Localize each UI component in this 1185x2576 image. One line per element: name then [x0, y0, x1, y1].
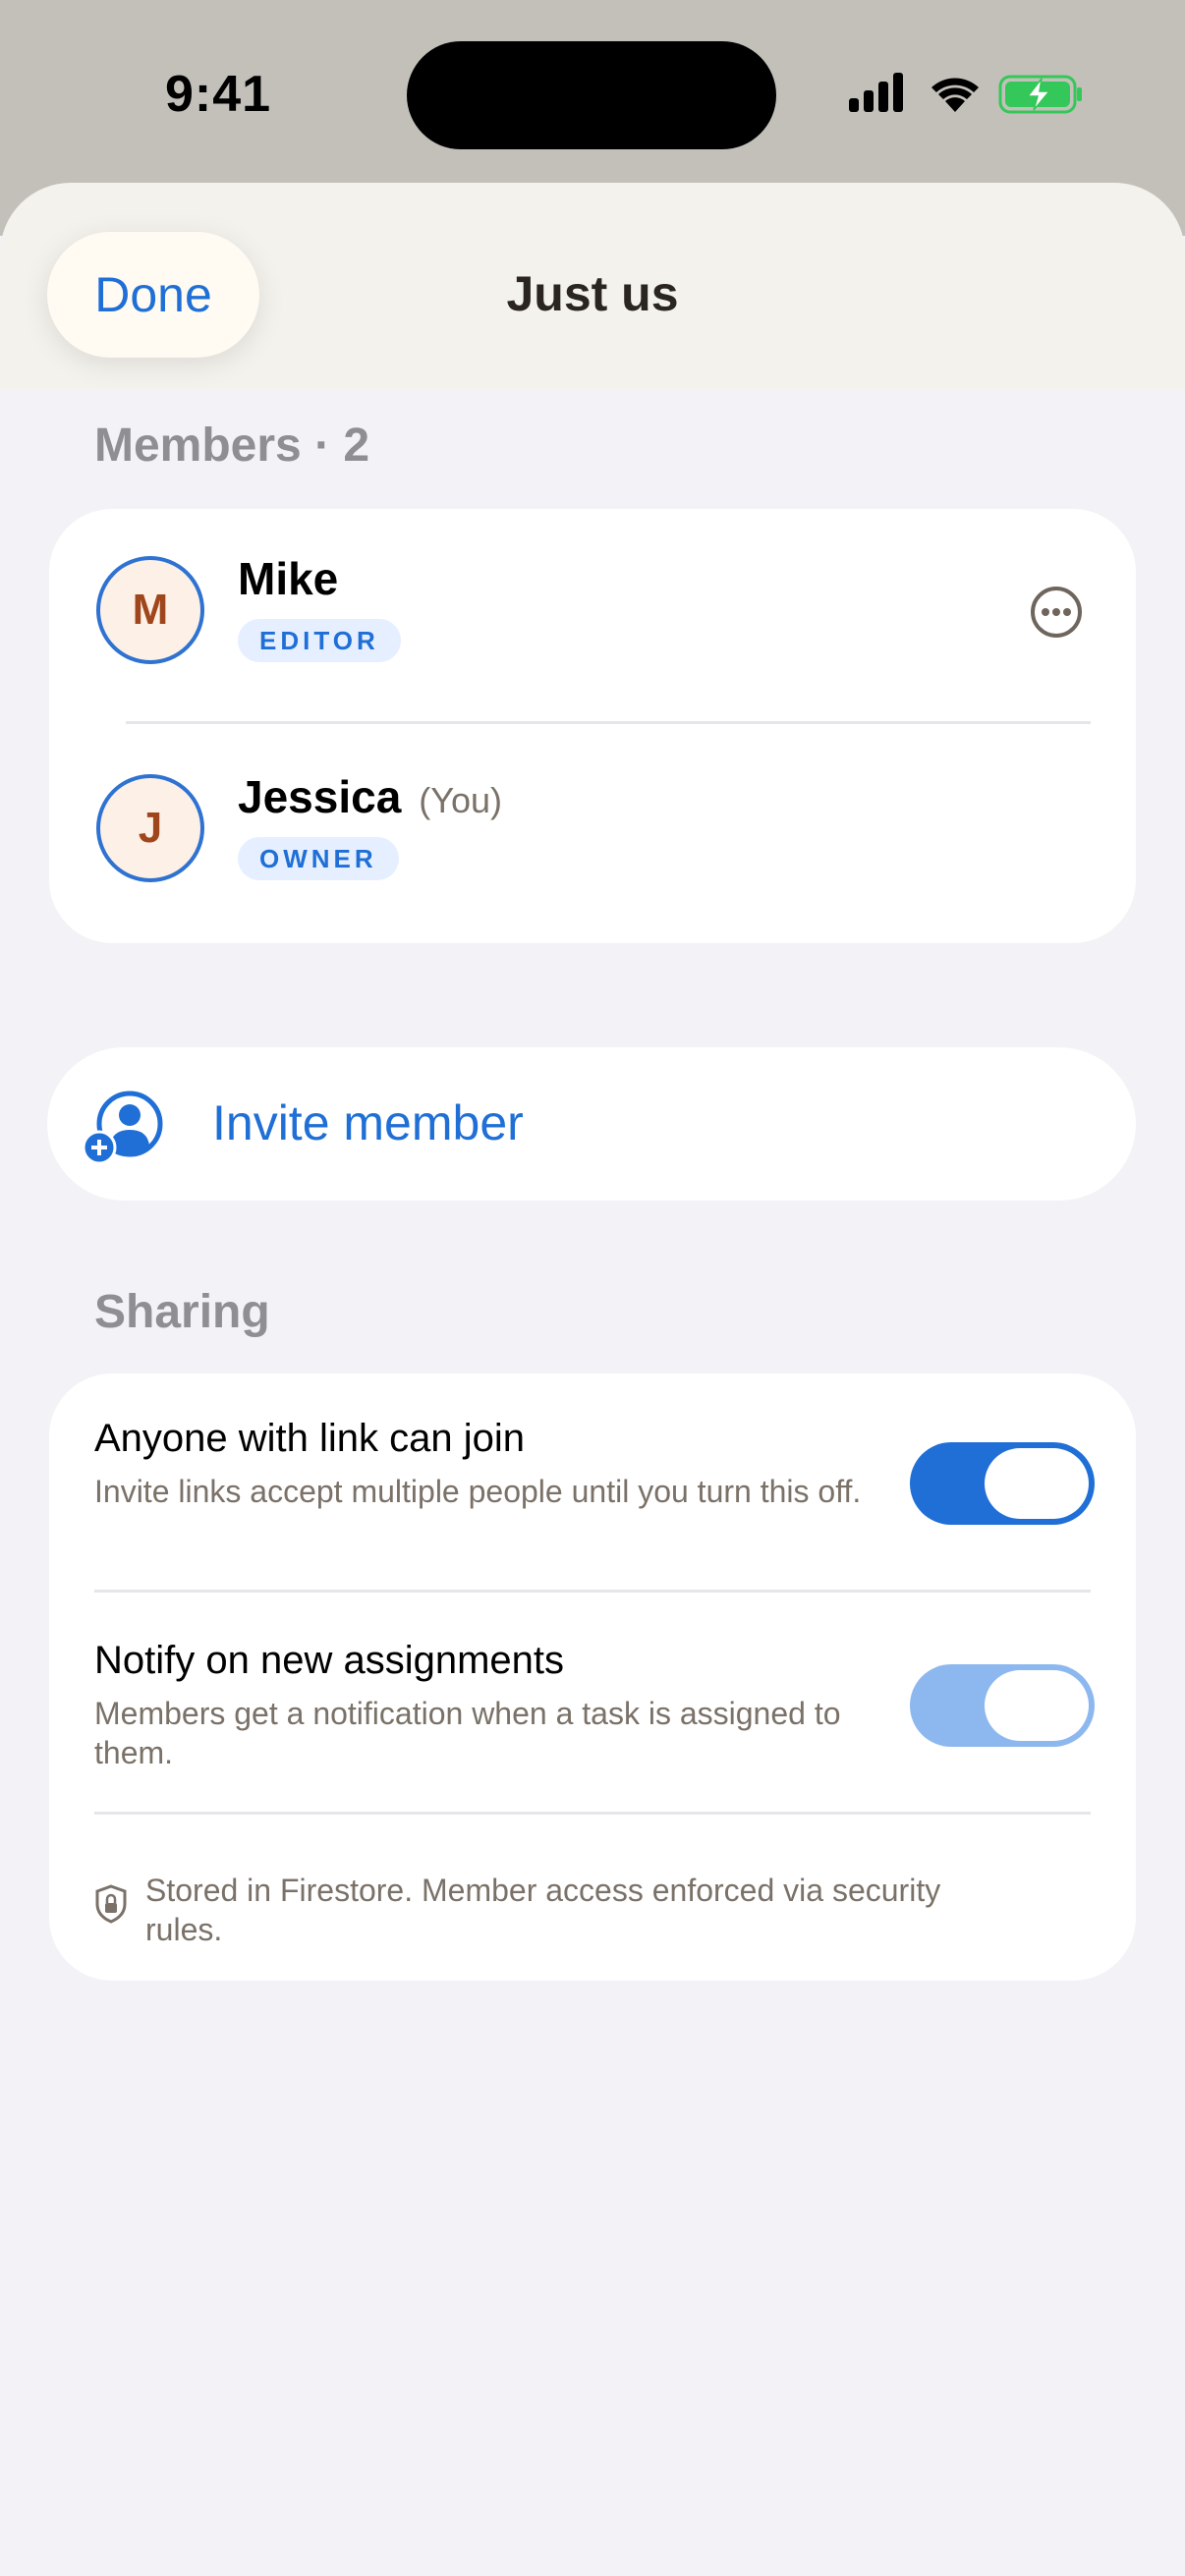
setting-description: Invite links accept multiple people unti… [94, 1474, 862, 1509]
member-name: Mike [238, 553, 339, 604]
cellular-signal-icon [849, 73, 903, 112]
notify-assignments-toggle[interactable] [910, 1664, 1095, 1747]
setting-title: Notify on new assignments [94, 1639, 565, 1682]
lock-shield-icon [95, 1884, 127, 1924]
link-join-toggle[interactable] [910, 1442, 1095, 1525]
battery-charging-icon [998, 75, 1082, 114]
dynamic-island [407, 41, 776, 149]
member-row-mike[interactable]: M Mike EDITOR [49, 509, 1136, 715]
members-section-label: Members · 2 [94, 420, 370, 472]
invite-member-label: Invite member [212, 1095, 524, 1150]
members-card: M Mike EDITOR J Jessica (You) OWNER [49, 509, 1136, 943]
wifi-icon [931, 78, 979, 112]
more-options-icon[interactable] [1030, 586, 1083, 639]
avatar: J [96, 774, 204, 882]
setting-description: Members get a notification when a task i… [94, 1696, 841, 1770]
status-icons [849, 71, 1085, 125]
sharing-card: Anyone with link can join Invite links a… [49, 1373, 1136, 1981]
status-time: 9:41 [165, 66, 272, 123]
toggle-knob [985, 1670, 1089, 1741]
add-person-icon [83, 1091, 163, 1165]
role-badge: EDITOR [238, 619, 401, 662]
member-row-jessica[interactable]: J Jessica (You) OWNER [49, 727, 1136, 933]
invite-member-button[interactable]: Invite member [47, 1047, 1136, 1201]
sharing-section-label: Sharing [94, 1286, 270, 1338]
member-name: Jessica (You) [238, 771, 503, 822]
setting-title: Anyone with link can join [94, 1417, 526, 1460]
page-title: Just us [506, 266, 679, 321]
divider [94, 1812, 1091, 1815]
divider [126, 721, 1091, 724]
avatar: M [96, 556, 204, 664]
storage-footnote: Stored in Firestore. Member access enfor… [145, 1873, 941, 1947]
toggle-knob [985, 1448, 1089, 1519]
divider [94, 1590, 1091, 1593]
you-label: (You) [419, 780, 503, 820]
role-badge: OWNER [238, 837, 399, 880]
